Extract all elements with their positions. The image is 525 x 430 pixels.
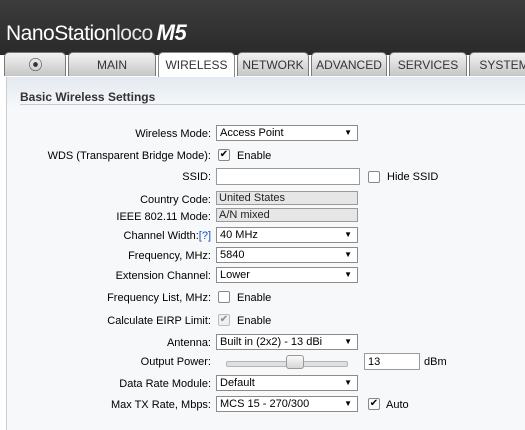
brand-suffix: loco [116,22,153,45]
row-eirp: Calculate EIRP Limit: ✔ Enable [0,312,525,332]
frequency-select[interactable]: 5840 ▼ [216,247,358,263]
row-ssid: SSID: Hide SSID [0,168,525,188]
eirp-enable-label: Enable [237,315,272,327]
country-code-label: Country Code: [140,194,211,206]
max-tx-rate-select[interactable]: MCS 15 - 270/300 ▼ [216,396,358,412]
channel-width-select[interactable]: 40 MHz ▼ [216,227,358,243]
frequency-list-enable-label: Enable [237,292,272,304]
dropdown-arrow-icon: ▼ [344,250,352,259]
dropdown-arrow-icon: ▼ [344,378,352,387]
row-frequency-list: Frequency List, MHz: Enable [0,289,525,309]
frequency-value: 5840 [220,249,245,261]
extension-channel-label: Extension Channel: [115,270,211,282]
max-tx-rate-auto-label: Auto [386,399,409,411]
row-wds: WDS (Transparent Bridge Mode): ✔ Enable [0,147,525,167]
brand-name: NanoStation [6,22,117,45]
antenna-label: Antenna: [166,337,211,349]
wireless-mode-select[interactable]: Access Point ▼ [216,125,358,141]
channel-width-value: 40 MHz [220,229,258,241]
hide-ssid-label: Hide SSID [387,171,439,183]
ssid-input[interactable] [216,168,360,185]
antenna-value: Built in (2x2) - 13 dBi [220,336,323,348]
output-power-label: Output Power: [140,356,211,368]
eirp-label: Calculate EIRP Limit: [107,315,211,327]
dropdown-arrow-icon: ▼ [344,230,352,239]
antenna-select[interactable]: Built in (2x2) - 13 dBi ▼ [216,334,358,350]
row-wireless-mode: Wireless Mode: Access Point ▼ [0,125,525,145]
wireless-mode-value: Access Point [220,127,284,139]
section-divider [20,104,525,105]
dropdown-arrow-icon: ▼ [344,337,352,346]
output-power-input[interactable] [364,353,420,370]
channel-width-label-group: Channel Width:[?] [124,230,211,242]
brand-logo: NanoStationloco M5 [6,20,187,46]
row-max-tx-rate: Max TX Rate, Mbps: MCS 15 - 270/300 ▼ ✔ … [0,396,525,416]
tab-advanced[interactable]: ADVANCED [311,52,387,76]
frequency-list-checkbox[interactable] [218,291,230,303]
wireless-mode-label: Wireless Mode: [135,128,211,140]
tab-system[interactable]: SYSTEM [469,52,525,76]
tab-services[interactable]: SERVICES [389,52,467,76]
ubiquiti-logo-icon: ⦿ [28,57,43,73]
eirp-checkbox[interactable]: ✔ [218,314,230,326]
max-tx-rate-value: MCS 15 - 270/300 [220,398,310,410]
row-data-rate-module: Data Rate Module: Default ▼ [0,375,525,395]
extension-channel-value: Lower [220,269,250,281]
brand-model: M5 [156,20,187,45]
row-channel-width: Channel Width:[?] 40 MHz ▼ [0,227,525,247]
tab-ubiquiti-logo[interactable]: ⦿ [4,52,66,76]
row-ieee-mode: IEEE 802.11 Mode: A/N mixed [0,208,525,228]
frequency-label: Frequency, MHz: [128,250,211,262]
section-title: Basic Wireless Settings [20,90,156,104]
country-code-field: United States [216,191,358,205]
dropdown-arrow-icon: ▼ [344,270,352,279]
tab-network[interactable]: NETWORK [237,52,309,76]
ssid-label: SSID: [182,171,211,183]
dropdown-arrow-icon: ▼ [344,128,352,137]
row-extension-channel: Extension Channel: Lower ▼ [0,267,525,287]
output-power-slider-handle[interactable] [286,355,304,369]
output-power-unit: dBm [424,356,447,368]
extension-channel-select[interactable]: Lower ▼ [216,267,358,283]
row-frequency: Frequency, MHz: 5840 ▼ [0,247,525,267]
dropdown-arrow-icon: ▼ [344,399,352,408]
row-antenna: Antenna: Built in (2x2) - 13 dBi ▼ [0,334,525,354]
max-tx-rate-label: Max TX Rate, Mbps: [110,399,211,411]
data-rate-module-select[interactable]: Default ▼ [216,375,358,391]
ieee-mode-field: A/N mixed [216,208,358,222]
wds-label: WDS (Transparent Bridge Mode): [47,150,211,162]
channel-width-help-link[interactable]: [?] [199,230,211,242]
ieee-mode-label: IEEE 802.11 Mode: [116,211,211,223]
frequency-list-label: Frequency List, MHz: [107,292,211,304]
max-tx-rate-auto-checkbox[interactable]: ✔ [368,398,380,410]
header-bar: NanoStationloco M5 [0,0,525,55]
wds-enable-label: Enable [237,150,272,162]
wds-checkbox[interactable]: ✔ [218,149,230,161]
data-rate-module-label: Data Rate Module: [119,378,211,390]
channel-width-label: Channel Width: [123,230,199,242]
tab-wireless[interactable]: WIRELESS [158,52,235,78]
tab-bar: ⦿ MAIN WIRELESS NETWORK ADVANCED SERVICE… [0,52,525,78]
data-rate-module-value: Default [220,377,255,389]
tab-main[interactable]: MAIN [68,52,156,76]
row-output-power: Output Power: dBm [0,353,525,373]
hide-ssid-checkbox[interactable] [368,171,380,183]
